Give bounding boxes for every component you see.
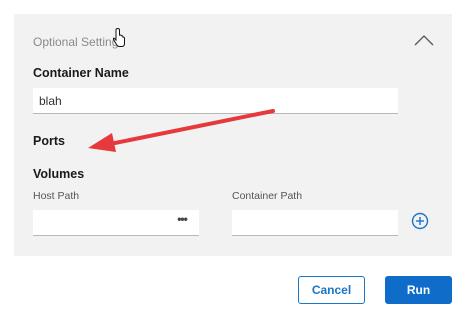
cancel-button[interactable]: Cancel [298, 276, 365, 304]
host-path-label: Host Path [33, 190, 80, 202]
more-horizontal-icon[interactable]: ••• [174, 211, 190, 227]
mouse-cursor-icon [112, 28, 125, 47]
run-button[interactable]: Run [385, 276, 452, 304]
container-path-input[interactable] [232, 210, 398, 236]
container-name-input[interactable] [33, 88, 398, 114]
ports-label: Ports [33, 134, 65, 148]
container-name-label: Container Name [33, 66, 129, 80]
panel-header-title: Optional Settings [33, 35, 125, 49]
volumes-label: Volumes [33, 167, 85, 181]
plus-circle-icon[interactable] [411, 212, 429, 230]
container-path-label: Container Path [232, 190, 303, 202]
optional-settings-panel: Optional Settings Container Name Ports V… [14, 14, 452, 256]
chevron-up-icon[interactable] [413, 33, 435, 47]
